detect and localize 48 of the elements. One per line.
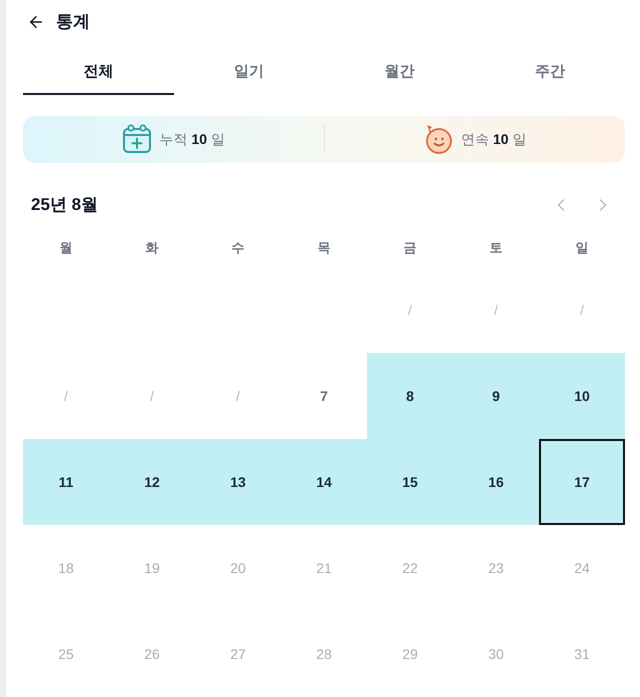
weekday-label: 일 bbox=[576, 238, 588, 257]
calendar-day[interactable]: 31 bbox=[539, 611, 625, 697]
calendar-plus-icon bbox=[122, 124, 152, 154]
calendar-day[interactable]: 9 bbox=[453, 353, 539, 439]
calendar-day[interactable]: 20 bbox=[195, 525, 281, 611]
calendar-day[interactable]: 27 bbox=[195, 611, 281, 697]
weekday-label: 금 bbox=[404, 238, 416, 257]
calendar-day[interactable]: 26 bbox=[109, 611, 195, 697]
tab[interactable]: 월간 bbox=[324, 51, 474, 96]
smiley-face-icon bbox=[423, 124, 454, 154]
calendar-day[interactable]: 18 bbox=[23, 525, 109, 611]
tab[interactable]: 주간 bbox=[474, 51, 625, 96]
calendar-day[interactable]: / bbox=[23, 353, 109, 439]
calendar-day[interactable]: 14 bbox=[281, 439, 367, 525]
calendar-day[interactable]: / bbox=[195, 353, 281, 439]
calendar-day[interactable]: 24 bbox=[539, 525, 625, 611]
calendar-day[interactable]: 30 bbox=[453, 611, 539, 697]
calendar-day[interactable]: 23 bbox=[453, 525, 539, 611]
calendar-day[interactable]: 21 bbox=[281, 525, 367, 611]
weekday-label: 화 bbox=[146, 238, 158, 257]
calendar-day[interactable]: 7 bbox=[281, 353, 367, 439]
summary-stat: 누적 10 일 bbox=[160, 130, 225, 149]
weekday-label: 수 bbox=[232, 238, 244, 257]
calendar-day[interactable]: 8 bbox=[367, 353, 453, 439]
calendar-day[interactable]: 16 bbox=[453, 439, 539, 525]
calendar-day[interactable]: 22 bbox=[367, 525, 453, 611]
calendar-day[interactable]: 15 bbox=[367, 439, 453, 525]
calendar-day[interactable]: 11 bbox=[23, 439, 109, 525]
calendar-day[interactable]: 19 bbox=[109, 525, 195, 611]
calendar-day[interactable]: 12 bbox=[109, 439, 195, 525]
summary-stat: 연속 10 일 bbox=[461, 130, 526, 149]
page-title: 통계 bbox=[56, 10, 90, 33]
calendar-day[interactable]: 17 bbox=[539, 439, 625, 525]
calendar-day[interactable]: / bbox=[109, 353, 195, 439]
calendar-day[interactable]: 29 bbox=[367, 611, 453, 697]
calendar-day[interactable]: 25 bbox=[23, 611, 109, 697]
calendar-day[interactable]: / bbox=[539, 267, 625, 353]
tab[interactable]: 전체 bbox=[23, 51, 174, 96]
month-title: 25년 8월 bbox=[30, 194, 98, 216]
calendar-day[interactable]: 13 bbox=[195, 439, 281, 525]
calendar-day[interactable]: / bbox=[453, 267, 539, 353]
calendar-day[interactable]: 28 bbox=[281, 611, 367, 697]
weekday-label: 목 bbox=[318, 238, 330, 257]
weekday-label: 토 bbox=[490, 238, 502, 257]
weekday-label: 월 bbox=[60, 238, 72, 257]
calendar-day[interactable]: 10 bbox=[539, 353, 625, 439]
tab[interactable]: 일기 bbox=[174, 51, 324, 96]
calendar-day[interactable]: / bbox=[367, 267, 453, 353]
